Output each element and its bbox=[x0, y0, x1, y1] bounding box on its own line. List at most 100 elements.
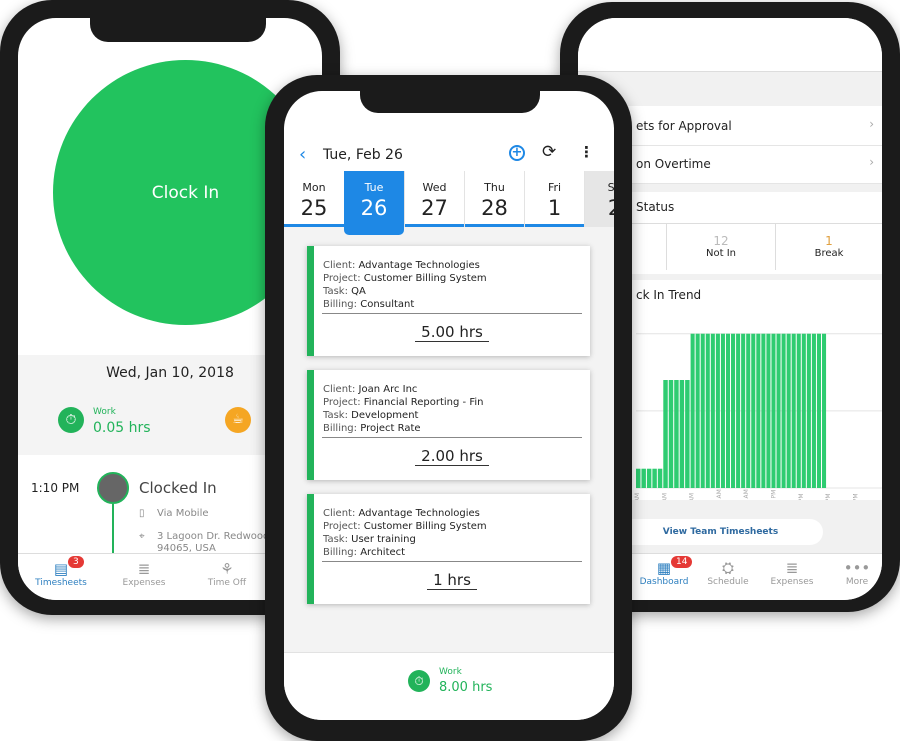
chevron-right-icon: › bbox=[869, 117, 874, 131]
trend-bar bbox=[725, 333, 731, 488]
time-entry-card[interactable]: Client: Joan Arc Inc Project: Financial R… bbox=[307, 370, 590, 480]
trend-bar bbox=[761, 333, 766, 488]
trend-bar bbox=[766, 333, 771, 488]
trend-bar bbox=[801, 333, 806, 488]
tab-more[interactable]: ••• More bbox=[822, 559, 882, 587]
day-name: Thu bbox=[484, 181, 505, 194]
entry-client: Client: Advantage Technologies bbox=[323, 260, 480, 271]
timesheet-icon: ▤ bbox=[53, 560, 69, 578]
event-title: Clocked In bbox=[139, 479, 217, 497]
day-number: 27 bbox=[421, 196, 448, 220]
phone-avatar-icon bbox=[97, 472, 129, 504]
break-cup-icon: ☕ bbox=[225, 407, 251, 433]
header-title: Tue, Feb 26 bbox=[323, 147, 403, 163]
tab-schedule[interactable]: ⛭ Schedule bbox=[693, 559, 763, 587]
x-tick-label: 12 PM bbox=[770, 490, 777, 500]
entry-client: Client: Joan Arc Inc bbox=[323, 384, 418, 395]
entry-hours: 2.00 hrs bbox=[322, 437, 582, 466]
tab-time-off[interactable]: ⚘ Time Off bbox=[192, 560, 262, 588]
trend-bar bbox=[822, 333, 827, 488]
refresh-icon[interactable]: ⟳ bbox=[542, 142, 556, 162]
trend-bar bbox=[710, 333, 715, 488]
add-circle-icon[interactable]: + bbox=[509, 145, 525, 161]
trend-bar bbox=[720, 333, 725, 488]
stopwatch-icon: ⏱ bbox=[408, 670, 430, 692]
palm-tree-icon: ⚘ bbox=[220, 560, 234, 578]
trend-bar bbox=[731, 333, 736, 488]
event-time: 1:10 PM bbox=[31, 481, 80, 495]
trend-bar bbox=[652, 468, 657, 488]
entry-billing: Billing: Project Rate bbox=[323, 423, 421, 434]
trend-bar bbox=[811, 333, 816, 488]
trend-bar bbox=[679, 380, 685, 488]
trend-bar bbox=[636, 468, 641, 488]
day-number: 28 bbox=[481, 196, 508, 220]
location-pin-icon: ⌖ bbox=[139, 531, 145, 542]
trend-bar bbox=[816, 333, 822, 488]
work-value: 0.05 hrs bbox=[93, 420, 151, 436]
work-value: 8.00 hrs bbox=[439, 680, 493, 695]
trend-bar bbox=[700, 333, 705, 488]
time-entry-card[interactable]: Client: Advantage Technologies Project: C… bbox=[307, 494, 590, 604]
trend-bar bbox=[776, 333, 781, 488]
day-mon[interactable]: Mon 25 bbox=[284, 171, 344, 227]
mobile-icon: ▯ bbox=[139, 508, 145, 519]
x-tick-label: 11 AM bbox=[743, 489, 750, 500]
more-vertical-icon[interactable]: ⋮ bbox=[579, 143, 594, 161]
trend-bar bbox=[771, 333, 776, 488]
x-tick-label: 7 AM bbox=[634, 493, 641, 500]
trend-bar bbox=[690, 333, 695, 488]
trend-bar bbox=[746, 333, 751, 488]
entry-hours: 5.00 hrs bbox=[322, 313, 582, 342]
day-name: Fri bbox=[547, 181, 562, 194]
time-entry-card[interactable]: Client: Advantage Technologies Project: C… bbox=[307, 246, 590, 356]
trend-bar bbox=[806, 333, 811, 488]
x-tick-label: 1 PM bbox=[798, 493, 805, 500]
x-tick-label: 8 AM bbox=[661, 493, 668, 500]
back-chevron-icon[interactable]: ‹ bbox=[299, 144, 306, 165]
entry-project: Project: Customer Billing System bbox=[323, 273, 487, 284]
trend-bar bbox=[741, 333, 746, 488]
expenses-icon: ≣ bbox=[137, 560, 151, 578]
entry-project: Project: Financial Reporting - Fin bbox=[323, 397, 484, 408]
entry-billing: Billing: Architect bbox=[323, 547, 406, 558]
work-label: Work bbox=[93, 407, 116, 417]
trend-bar bbox=[646, 468, 652, 488]
view-team-timesheets-button[interactable]: View Team Timesheets bbox=[618, 519, 823, 545]
tab-expenses[interactable]: ≣ Expenses bbox=[757, 559, 827, 587]
event-address: 3 Lagoon Dr. Redwood bbox=[157, 531, 270, 542]
tab-expenses[interactable]: ≣ Expenses bbox=[109, 560, 179, 588]
trend-bar bbox=[786, 333, 791, 488]
trend-bar bbox=[715, 333, 720, 488]
day-thu[interactable]: Thu 28 bbox=[464, 171, 524, 227]
day-name: Sa bbox=[607, 181, 614, 194]
day-wed[interactable]: Wed 27 bbox=[404, 171, 464, 227]
status-title: Status bbox=[636, 200, 675, 214]
day-tue[interactable]: Tue 26 bbox=[344, 171, 404, 235]
work-label: Work bbox=[439, 667, 462, 677]
event-source: Via Mobile bbox=[157, 508, 209, 519]
trend-bar bbox=[796, 333, 801, 488]
tab-timesheets[interactable]: ▤ Timesheets 3 bbox=[26, 556, 96, 588]
middle-phone: ‹ Tue, Feb 26 + ⟳ ⋮ Mon 25 Tue 26 Wed 27 Thu 28… bbox=[265, 75, 632, 741]
entry-client: Client: Advantage Technologies bbox=[323, 508, 480, 519]
tab-dashboard[interactable]: ▦ Dashboard 14 bbox=[629, 556, 699, 587]
more-dots-icon: ••• bbox=[843, 559, 871, 577]
x-tick-label: 2 PM bbox=[825, 493, 832, 500]
status-break[interactable]: 1 Break bbox=[776, 223, 882, 270]
x-tick-label: 10 AM bbox=[716, 489, 723, 500]
day-fri[interactable]: Fri 1 bbox=[524, 171, 584, 227]
work-footer: ⏱ Work 8.00 hrs bbox=[284, 652, 614, 720]
day-sa[interactable]: Sa 2 bbox=[584, 171, 614, 227]
entry-billing: Billing: Consultant bbox=[323, 299, 415, 310]
trend-bar bbox=[668, 380, 674, 488]
badge: 14 bbox=[671, 556, 693, 568]
trend-bar bbox=[685, 380, 690, 488]
day-number: 25 bbox=[300, 196, 328, 220]
x-tick-label: 9 AM bbox=[689, 493, 696, 500]
status-not-in[interactable]: 12 Not In bbox=[666, 223, 776, 270]
trend-bar bbox=[674, 380, 679, 488]
trend-bar bbox=[695, 333, 700, 488]
trend-bar bbox=[663, 380, 668, 488]
chevron-right-icon: › bbox=[869, 155, 874, 169]
